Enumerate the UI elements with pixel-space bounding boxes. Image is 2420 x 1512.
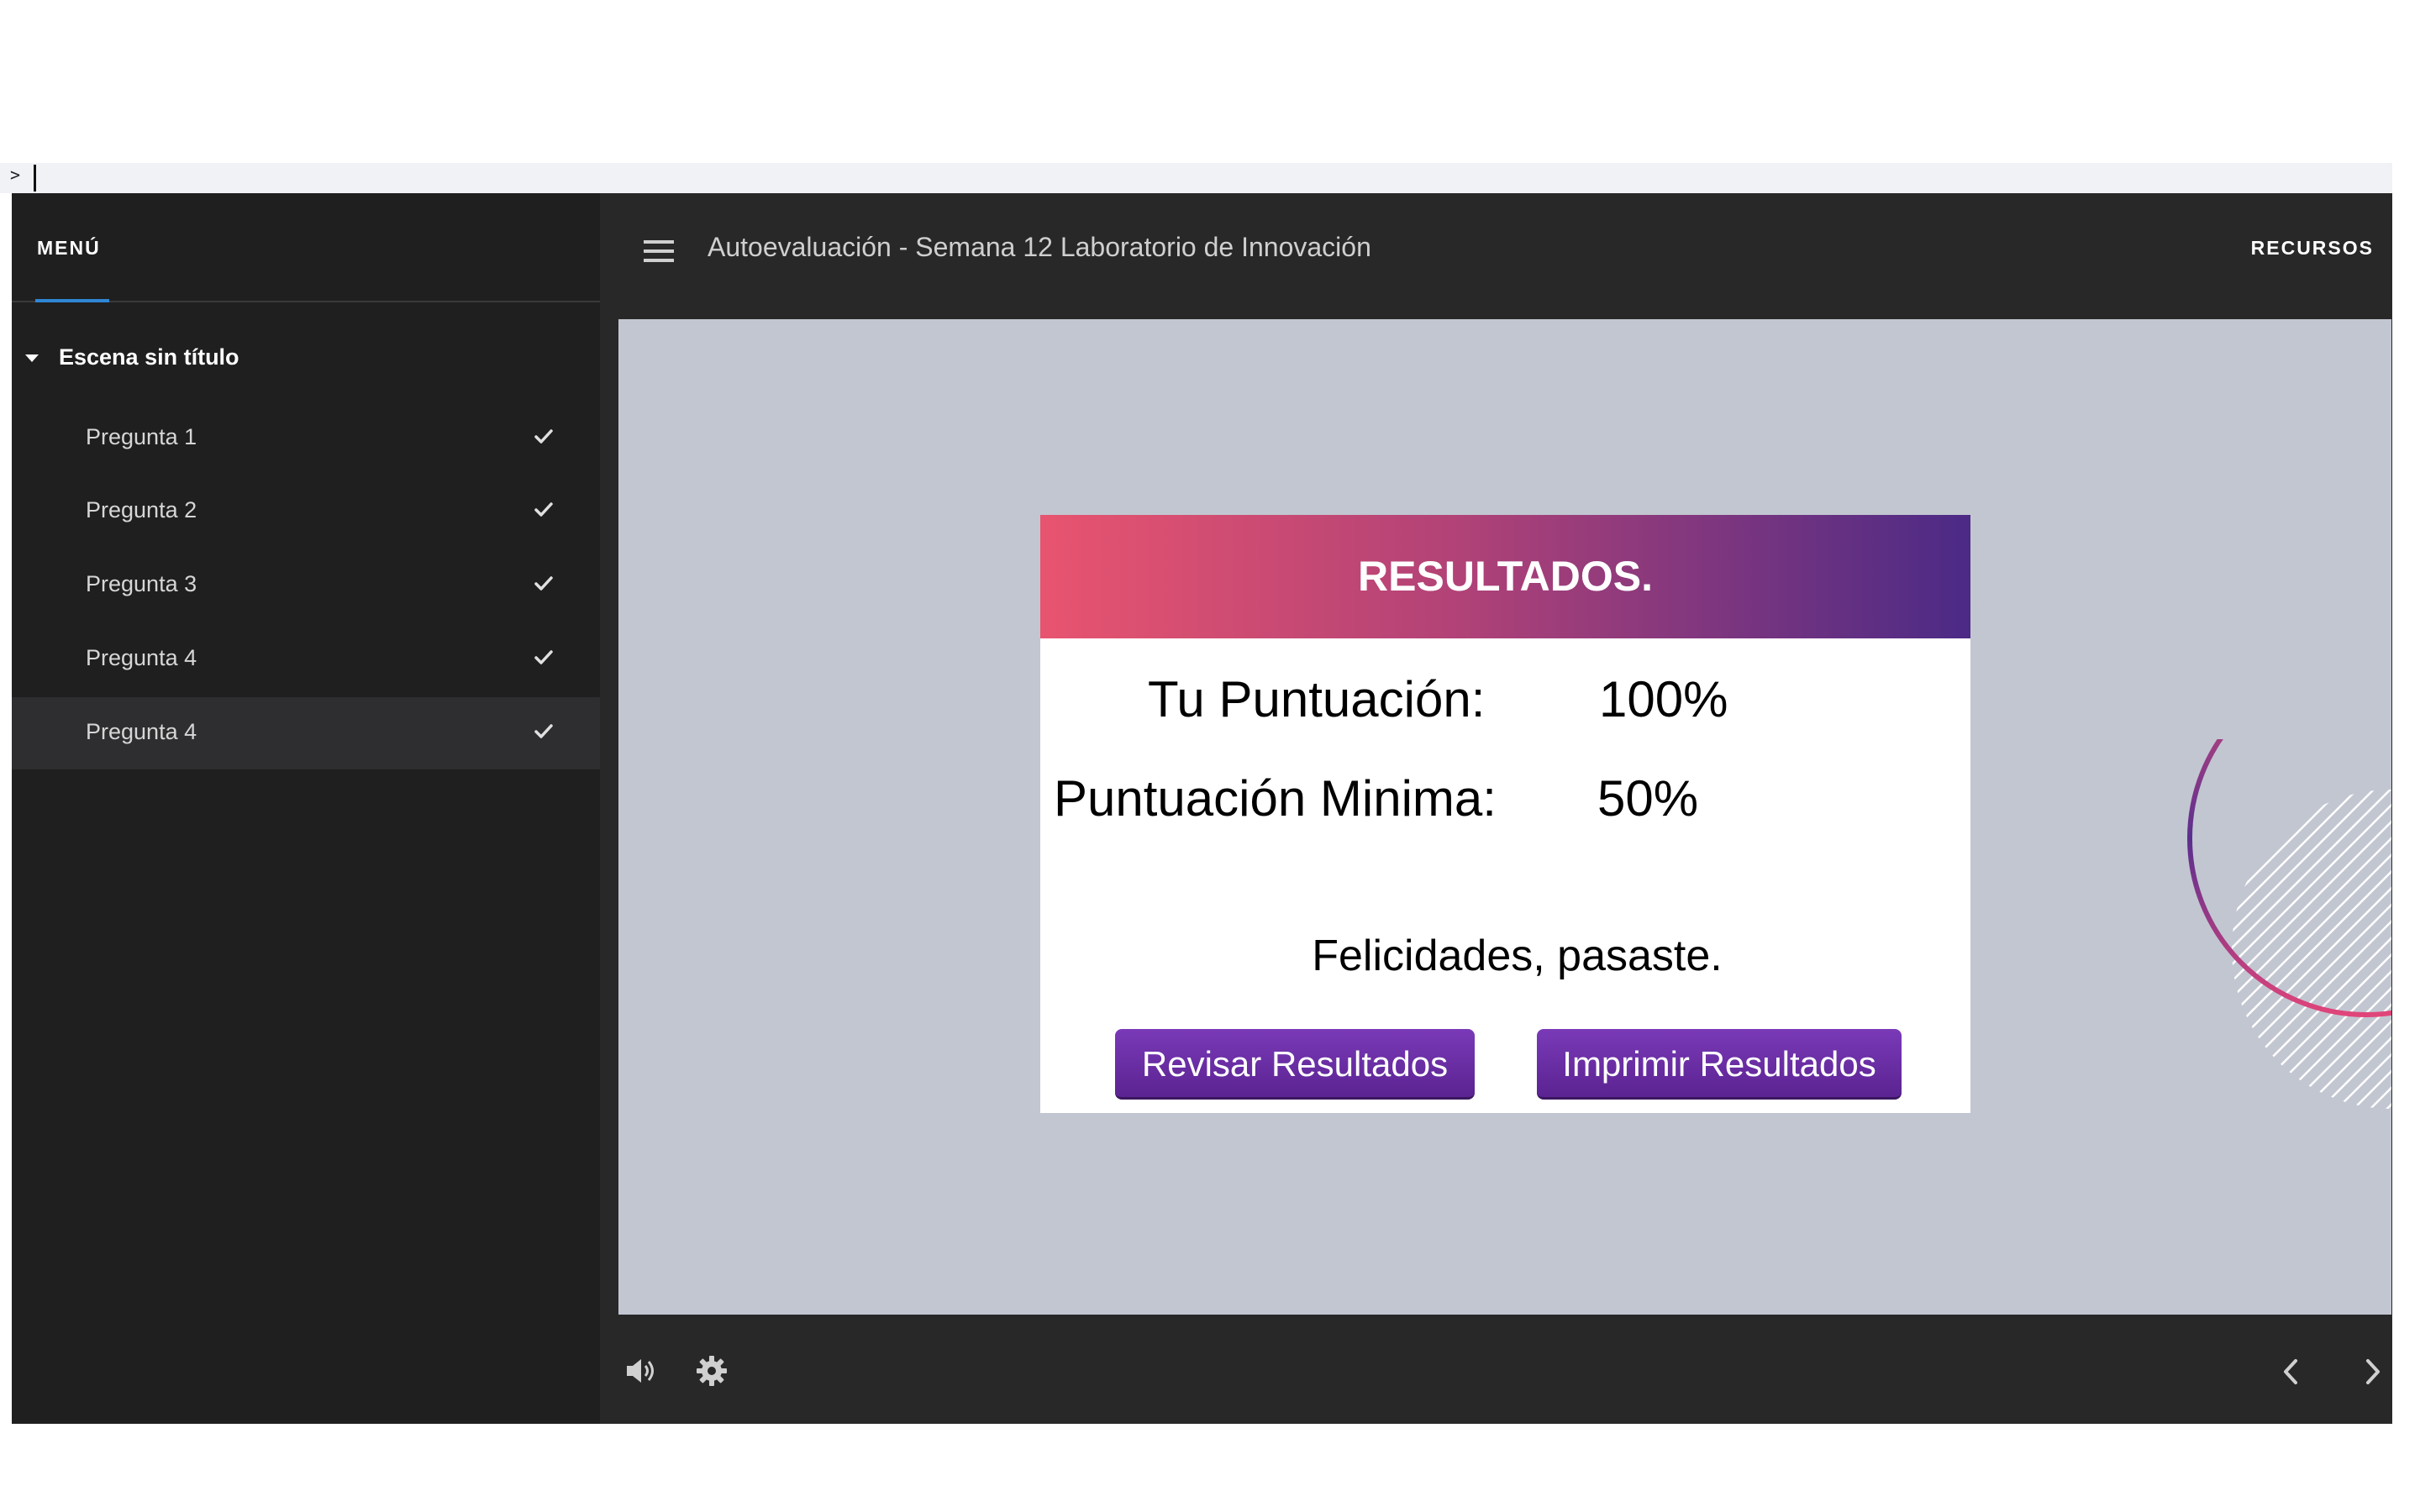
min-score-value: 50% bbox=[1597, 770, 1699, 827]
sidebar-item-pregunta-2[interactable]: Pregunta 2 bbox=[12, 475, 600, 548]
results-header: RESULTADOS. bbox=[1040, 515, 1970, 638]
caret-down-icon bbox=[25, 354, 39, 362]
resources-button[interactable]: RECURSOS bbox=[2251, 237, 2374, 260]
scene-label: Escena sin título bbox=[59, 344, 239, 370]
check-icon bbox=[534, 576, 553, 591]
results-title: RESULTADOS. bbox=[1358, 553, 1653, 600]
menu-header: MENÚ bbox=[12, 193, 600, 302]
slide-area: RESULTADOS. Tu Puntuación: 100% Puntuaci… bbox=[618, 319, 2391, 1315]
score-label: Tu Puntuación: bbox=[1148, 671, 1486, 727]
course-player: MENÚ Escena sin título Pregunta 1 Pregun… bbox=[12, 193, 2392, 1424]
results-card: RESULTADOS. Tu Puntuación: 100% Puntuaci… bbox=[1040, 515, 1970, 1113]
review-results-button[interactable]: Revisar Resultados bbox=[1115, 1029, 1475, 1100]
print-results-button[interactable]: Imprimir Resultados bbox=[1537, 1029, 1902, 1100]
sidebar-item-label: Pregunta 3 bbox=[86, 571, 197, 596]
hamburger-menu-icon[interactable] bbox=[644, 240, 674, 264]
check-icon bbox=[534, 502, 553, 517]
sidebar-item-label: Pregunta 1 bbox=[86, 424, 197, 449]
gear-icon[interactable] bbox=[696, 1355, 728, 1387]
address-strip: > bbox=[0, 163, 2392, 193]
sidebar-item-pregunta-3[interactable]: Pregunta 3 bbox=[12, 549, 600, 622]
decorative-circles bbox=[2187, 739, 2391, 1109]
check-icon bbox=[534, 724, 553, 738]
playback-controls bbox=[600, 1315, 2392, 1424]
result-message: Felicidades, pasaste. bbox=[1312, 932, 1723, 980]
check-icon bbox=[534, 429, 553, 444]
sidebar-item-label: Pregunta 4 bbox=[86, 719, 197, 744]
sidebar-menu: MENÚ Escena sin título Pregunta 1 Pregun… bbox=[12, 193, 600, 1424]
score-value: 100% bbox=[1599, 671, 1728, 727]
sidebar-item-pregunta-4-active[interactable]: Pregunta 4 bbox=[12, 697, 600, 769]
menu-tab[interactable]: MENÚ bbox=[37, 237, 101, 260]
min-score-label: Puntuación Minima: bbox=[1054, 770, 1497, 827]
sidebar-item-label: Pregunta 4 bbox=[86, 645, 197, 670]
course-title: Autoevaluación - Semana 12 Laboratorio d… bbox=[708, 232, 1371, 262]
chevron-right-icon[interactable] bbox=[2360, 1357, 2385, 1387]
sidebar-item-label: Pregunta 2 bbox=[86, 497, 197, 522]
check-icon bbox=[534, 650, 553, 664]
volume-icon[interactable] bbox=[625, 1357, 659, 1385]
chevron-left-icon[interactable] bbox=[2279, 1357, 2304, 1387]
sidebar-item-pregunta-1[interactable]: Pregunta 1 bbox=[12, 402, 600, 475]
player-header: Autoevaluación - Semana 12 Laboratorio d… bbox=[600, 193, 2392, 319]
scene-group-toggle[interactable]: Escena sin título bbox=[12, 336, 600, 386]
prompt-glyph: > bbox=[10, 165, 21, 185]
text-caret bbox=[34, 165, 36, 192]
sidebar-item-pregunta-4[interactable]: Pregunta 4 bbox=[12, 623, 600, 696]
menu-tab-indicator bbox=[35, 299, 109, 302]
